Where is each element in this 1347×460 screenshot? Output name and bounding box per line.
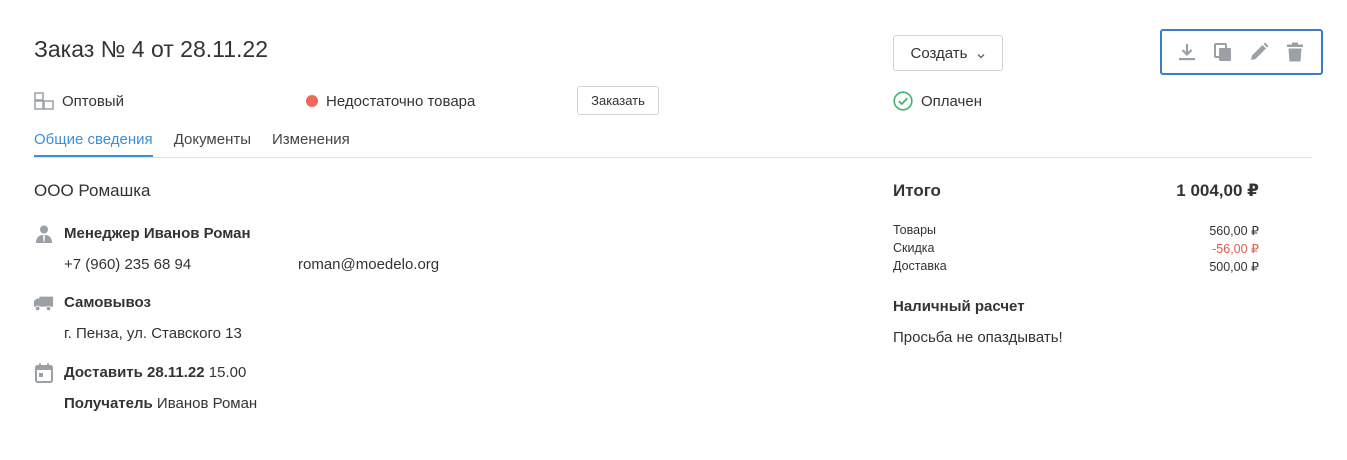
delivery-address: г. Пенза, ул. Ставского 13 [64, 325, 242, 342]
order-type-label: Оптовый [62, 92, 124, 110]
recipient-name: Иванов Роман [156, 395, 258, 412]
company-name: ООО Ромашка [34, 181, 151, 200]
summary-row-label: Доставка [893, 259, 947, 273]
warehouse-boxes-icon [34, 91, 54, 111]
delete-icon[interactable] [1283, 40, 1307, 64]
create-button[interactable]: Создать [893, 35, 1003, 71]
chevron-down-icon [976, 48, 986, 59]
total-value: 1 004,00 ₽ [1176, 181, 1259, 200]
summary-row-goods: Товары 560,00 ₽ [893, 223, 1259, 238]
tab-changes[interactable]: Изменения [272, 131, 350, 157]
delivery-time: 15.00 [208, 364, 247, 381]
tab-documents[interactable]: Документы [174, 131, 251, 157]
summary-row-discount: Скидка -56,00 ₽ [893, 241, 1259, 256]
copy-icon[interactable] [1211, 40, 1235, 64]
recipient-label: Получатель [64, 395, 153, 412]
stock-status-label: Недостаточно товара [326, 92, 476, 110]
check-circle-icon [893, 91, 913, 111]
tabs-divider [34, 157, 1312, 158]
calendar-icon [34, 363, 54, 383]
order-type: Оптовый [34, 91, 124, 111]
total-label: Итого [893, 181, 941, 200]
tab-general[interactable]: Общие сведения [34, 131, 153, 157]
create-button-label: Создать [910, 44, 968, 62]
summary-row-label: Товары [893, 223, 936, 237]
order-comment: Просьба не опаздывать! [893, 329, 1063, 346]
manager-email: roman@moedelo.org [298, 256, 440, 273]
payment-status: Оплачен [893, 91, 982, 111]
delivery-method: Самовывоз [64, 294, 151, 311]
summary-row-value: -56,00 ₽ [1212, 242, 1259, 256]
page-title: Заказ № 4 от 28.11.22 [34, 36, 268, 62]
recipient: Получатель Иванов Роман [64, 395, 257, 412]
order-button[interactable]: Заказать [577, 86, 659, 115]
summary-row-label: Скидка [893, 241, 935, 255]
actions-toolbar [1160, 29, 1323, 75]
summary-row-value: 500,00 ₽ [1209, 260, 1259, 274]
truck-icon [34, 293, 54, 313]
manager-icon [34, 224, 54, 244]
payment-status-label: Оплачен [921, 92, 982, 110]
summary-row-value: 560,00 ₽ [1209, 224, 1259, 238]
stock-status: Недостаточно товара [306, 91, 475, 111]
download-icon[interactable] [1175, 40, 1199, 64]
edit-icon[interactable] [1247, 40, 1271, 64]
delivery-datetime: Доставить 28.11.22 15.00 [64, 364, 246, 381]
summary-row-delivery: Доставка 500,00 ₽ [893, 259, 1259, 274]
tabs: Общие сведения Документы Изменения [34, 131, 371, 157]
delivery-date: Доставить 28.11.22 [64, 364, 205, 381]
manager-phone: +7 (960) 235 68 94 [64, 256, 192, 273]
manager-name: Менеджер Иванов Роман [64, 225, 251, 242]
payment-method: Наличный расчет [893, 298, 1025, 315]
status-dot-red-icon [306, 95, 318, 107]
